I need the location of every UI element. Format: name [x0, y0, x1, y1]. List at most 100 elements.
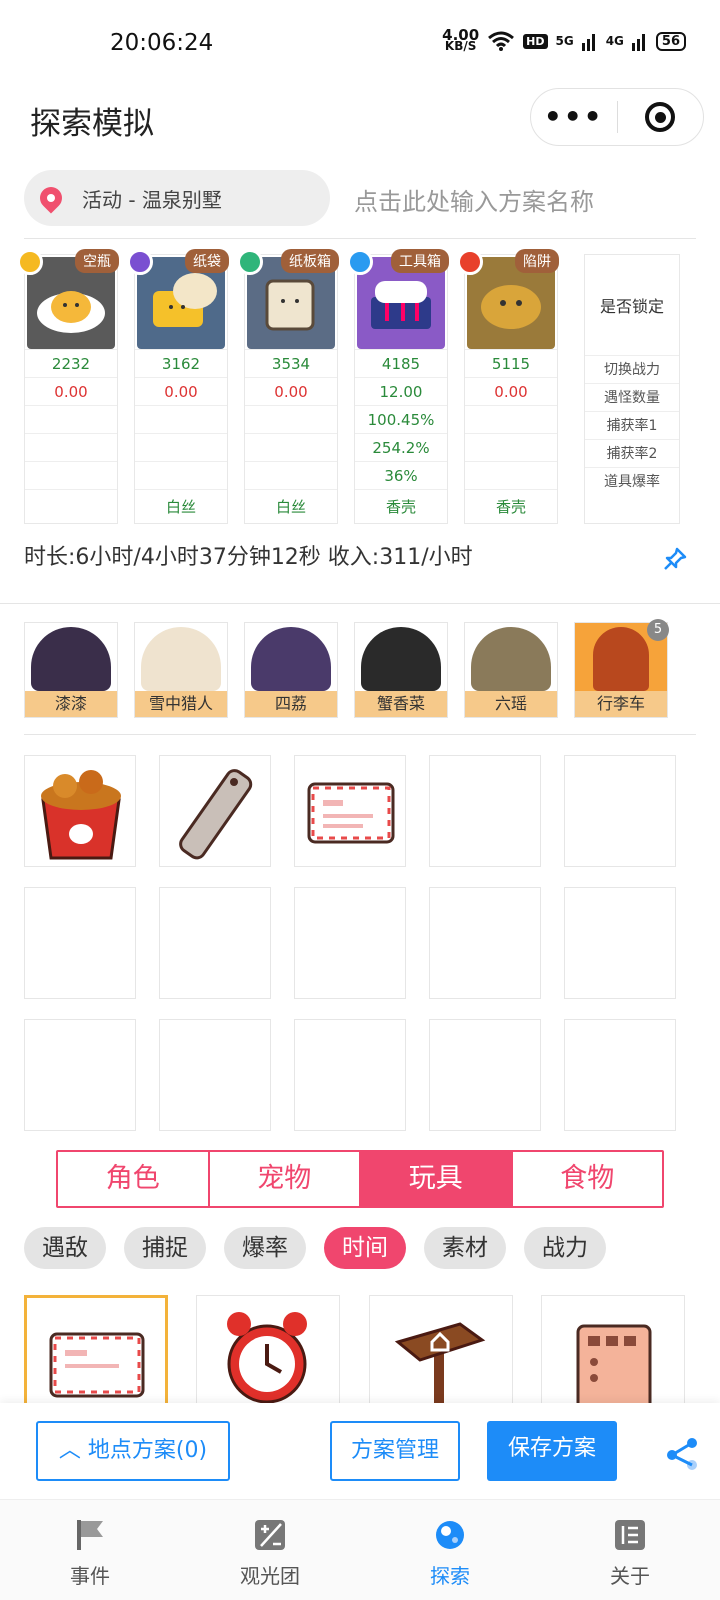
tab-food[interactable]: 食物 [513, 1152, 663, 1206]
action-bar: ︿ 地点方案(0) 方案管理 保存方案 [0, 1403, 720, 1499]
filter-chip-time[interactable]: 时间 [324, 1227, 406, 1269]
filter-chip-capture[interactable]: 捕捉 [124, 1227, 206, 1269]
character-name: 四荔 [245, 691, 337, 717]
row-label: 道具爆率 [585, 467, 679, 495]
tag-tool-icon [179, 769, 253, 860]
explore-planet-icon [436, 1521, 464, 1549]
save-plan-button[interactable]: 保存方案 [487, 1421, 617, 1481]
location-selector[interactable]: 活动 - 温泉别墅 [24, 170, 330, 226]
flag-icon [77, 1520, 103, 1550]
character-row: 漆漆 雪中猎人 四荔 蟹香菜 六瑶 5 行李车 [24, 619, 684, 718]
encounter-value [245, 405, 337, 433]
capture-rate-1-value [245, 433, 337, 461]
item-slot[interactable] [24, 887, 136, 999]
item-slot[interactable] [564, 1019, 676, 1131]
rarity-badge-icon [457, 249, 483, 275]
filter-chip-power[interactable]: 战力 [524, 1227, 606, 1269]
tabbar-item-explore[interactable]: 探索 [360, 1500, 540, 1600]
item-slot[interactable] [564, 755, 676, 867]
row-label: 捕获率1 [585, 411, 679, 439]
item-slot[interactable] [294, 755, 406, 867]
tabbar-item-tour[interactable]: 观光团 [180, 1500, 360, 1600]
duration-text: 时长:6小时/4小时37分钟12秒 收入:311/小时 [24, 545, 473, 570]
location-pin-icon [35, 182, 67, 214]
house-sign-icon [394, 1322, 486, 1403]
tab-toys[interactable]: 玩具 [361, 1152, 513, 1206]
more-icon[interactable]: ••• [531, 103, 617, 131]
item-value: 香壳 [355, 489, 447, 523]
item-value: 白丝 [135, 489, 227, 523]
encounter-value [135, 405, 227, 433]
filter-chip-drop-rate[interactable]: 爆率 [224, 1227, 306, 1269]
item-value: 香壳 [465, 489, 557, 523]
rarity-badge-icon [17, 249, 43, 275]
manage-plan-button[interactable]: 方案管理 [330, 1421, 460, 1481]
location-label: 活动 - 温泉别墅 [82, 187, 222, 212]
alarm-clock-icon [227, 1312, 307, 1403]
character-card[interactable]: 5 行李车 [574, 619, 669, 718]
share-icon[interactable] [664, 1435, 700, 1471]
toy-card[interactable] [196, 1295, 340, 1403]
envelope-icon [49, 1332, 145, 1398]
team-slot[interactable]: 工具箱 4185 12.00 100.45% 254.2% 36% 香壳 [347, 249, 449, 524]
luggage-cart-avatar [593, 627, 649, 691]
close-target-icon[interactable] [618, 102, 704, 132]
item-slot[interactable] [429, 887, 541, 999]
character-card[interactable]: 蟹香菜 [354, 622, 448, 718]
pin-icon[interactable] [662, 546, 688, 572]
character-card[interactable]: 漆漆 [24, 622, 118, 718]
tabbar-item-events[interactable]: 事件 [0, 1500, 180, 1600]
toy-card[interactable] [541, 1295, 685, 1403]
character-card[interactable]: 四荔 [244, 622, 338, 718]
location-row: 活动 - 温泉别墅 点击此处输入方案名称 [24, 170, 704, 226]
duration-row: 时长:6小时/4小时37分钟12秒 收入:311/小时 [24, 538, 696, 578]
item-slot[interactable] [294, 887, 406, 999]
divider [0, 603, 720, 604]
item-slot[interactable] [429, 1019, 541, 1131]
power-value: 3534 [245, 349, 337, 377]
character-card[interactable]: 六瑶 [464, 622, 558, 718]
plan-name-input[interactable]: 点击此处输入方案名称 [354, 182, 594, 217]
item-slot-grid [24, 755, 684, 1135]
filter-chip-encounter[interactable]: 遇敌 [24, 1227, 106, 1269]
chevron-up-icon: ︿ [58, 1438, 81, 1463]
team-slot[interactable]: 纸板箱 3534 0.00 白丝 [237, 249, 339, 524]
character-avatar [141, 627, 221, 691]
item-slot[interactable] [24, 1019, 136, 1131]
lock-toggle[interactable]: 是否锁定 [585, 255, 679, 355]
item-slot[interactable] [159, 755, 271, 867]
filter-chip-material[interactable]: 素材 [424, 1227, 506, 1269]
item-slot[interactable] [429, 755, 541, 867]
item-value [25, 489, 117, 523]
tab-characters[interactable]: 角色 [58, 1152, 210, 1206]
item-slot[interactable] [24, 755, 136, 867]
switch-power-value: 0.00 [135, 377, 227, 405]
rarity-badge-icon [237, 249, 263, 275]
tabbar-item-about[interactable]: 关于 [540, 1500, 720, 1600]
battery-icon: 56 [655, 31, 686, 51]
capture-rate-1-value [465, 433, 557, 461]
trap-type-tag: 纸袋 [185, 249, 229, 273]
team-slot[interactable]: 陷阱 5115 0.00 香壳 [457, 249, 559, 524]
team-slot[interactable]: 空瓶 2232 0.00 [17, 249, 119, 524]
tab-pets[interactable]: 宠物 [210, 1152, 361, 1206]
location-plan-button[interactable]: ︿ 地点方案(0) [36, 1421, 230, 1481]
signal-4g-icon: 4G [605, 34, 624, 48]
character-avatar [251, 627, 331, 691]
item-slot[interactable] [159, 1019, 271, 1131]
item-slot[interactable] [564, 887, 676, 999]
capture-rate-2-value: 36% [355, 461, 447, 489]
power-value: 4185 [355, 349, 447, 377]
toy-card[interactable] [369, 1295, 513, 1403]
encounter-value: 100.45% [355, 405, 447, 433]
capture-rate-2-value [25, 461, 117, 489]
item-slot[interactable] [294, 1019, 406, 1131]
trap-type-tag: 陷阱 [515, 249, 559, 273]
character-card[interactable]: 雪中猎人 [134, 622, 228, 718]
capture-rate-2-value [465, 461, 557, 489]
bottom-tab-bar: 事件 观光团 探索 关于 [0, 1499, 720, 1600]
item-slot[interactable] [159, 887, 271, 999]
status-bar: 20:06:24 4.00 KB/S HD 5G 4G 56 [0, 0, 720, 88]
toy-card[interactable] [24, 1295, 168, 1403]
team-slot[interactable]: 纸袋 3162 0.00 白丝 [127, 249, 229, 524]
